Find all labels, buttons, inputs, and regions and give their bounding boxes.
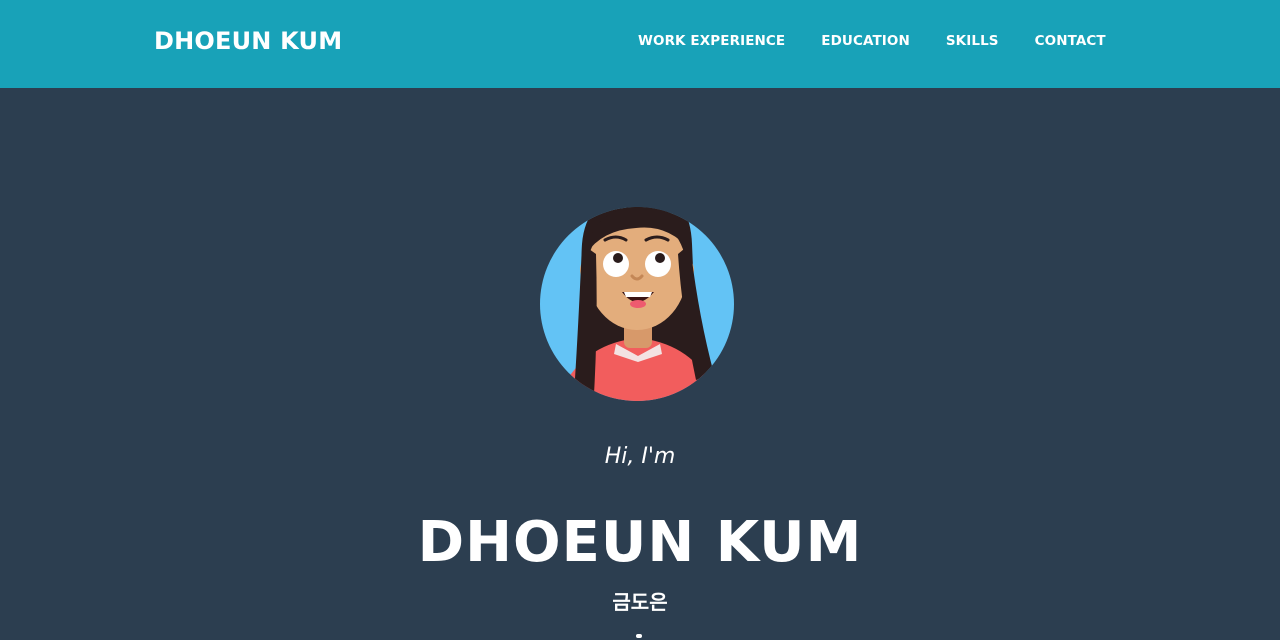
nav-education-link[interactable]: EDUCATION [821, 33, 910, 49]
nav-links: WORK EXPERIENCE EDUCATION SKILLS CONTACT [638, 33, 1106, 49]
nav-work-experience-link[interactable]: WORK EXPERIENCE [638, 33, 785, 49]
korean-name-text: 금도은 [612, 590, 668, 614]
avatar-icon [540, 207, 734, 401]
nav-skills-link[interactable]: SKILLS [946, 33, 999, 49]
hero-name-heading: DHOEUN KUM [417, 510, 863, 575]
brand-link[interactable]: DHOEUN KUM [154, 27, 342, 55]
nav-contact-link[interactable]: CONTACT [1035, 33, 1106, 49]
top-navbar: DHOEUN KUM WORK EXPERIENCE EDUCATION SKI… [0, 0, 1280, 88]
greeting-text: Hi, I'm [604, 444, 676, 469]
divider-peek [636, 634, 642, 638]
